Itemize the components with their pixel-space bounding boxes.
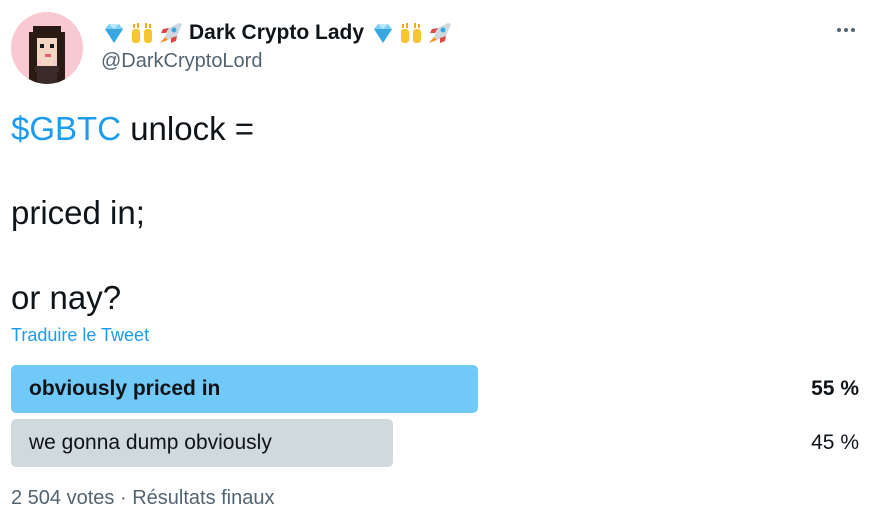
name-emojis-right bbox=[370, 20, 452, 46]
poll-option-2: we gonna dump obviously 45 % bbox=[11, 419, 859, 467]
more-horizontal-icon-dot bbox=[844, 28, 848, 32]
author-display-name[interactable]: Dark Crypto Lady bbox=[189, 21, 364, 45]
tweet-text-line-1: $GBTC unlock = bbox=[11, 110, 254, 148]
avatar[interactable] bbox=[11, 12, 83, 84]
cashtag-link[interactable]: $GBTC bbox=[11, 110, 121, 147]
tweet-text-line-1-rest: unlock = bbox=[121, 110, 255, 147]
poll-option-percent: 45 % bbox=[811, 431, 859, 454]
rocket-icon bbox=[429, 23, 452, 43]
author-handle[interactable]: @DarkCryptoLord bbox=[101, 50, 262, 73]
poll-vote-count: 2 504 votes bbox=[11, 487, 115, 509]
name-emojis-left bbox=[101, 20, 183, 46]
poll-option-label: obviously priced in bbox=[29, 377, 221, 400]
pixel-art-avatar-icon bbox=[11, 12, 83, 84]
tweet-text-line-2: priced in; bbox=[11, 194, 145, 231]
rocket-icon bbox=[160, 23, 182, 43]
poll-footer: 2 504 votes · Résultats finaux bbox=[11, 487, 275, 510]
poll-option-1: obviously priced in 55 % bbox=[11, 365, 859, 413]
more-horizontal-icon-dot bbox=[851, 28, 855, 32]
gem-icon bbox=[374, 24, 393, 43]
more-options-button[interactable] bbox=[830, 20, 862, 40]
translate-tweet-link[interactable]: Traduire le Tweet bbox=[11, 325, 149, 346]
author-name-row[interactable]: Dark Crypto Lady bbox=[101, 18, 452, 48]
tweet-text-line-3: or nay? bbox=[11, 279, 122, 316]
tweet: Dark Crypto Lady @DarkCryptoLord $GBTC u… bbox=[0, 0, 870, 526]
poll-option-percent: 55 % bbox=[811, 377, 859, 400]
raised-hands-icon bbox=[401, 23, 422, 43]
poll-status: Résultats finaux bbox=[132, 487, 275, 509]
poll-footer-separator: · bbox=[114, 487, 133, 509]
raised-hands-icon bbox=[132, 23, 152, 43]
more-horizontal-icon bbox=[837, 28, 841, 32]
gem-icon bbox=[105, 24, 123, 43]
poll-option-label: we gonna dump obviously bbox=[29, 431, 272, 454]
